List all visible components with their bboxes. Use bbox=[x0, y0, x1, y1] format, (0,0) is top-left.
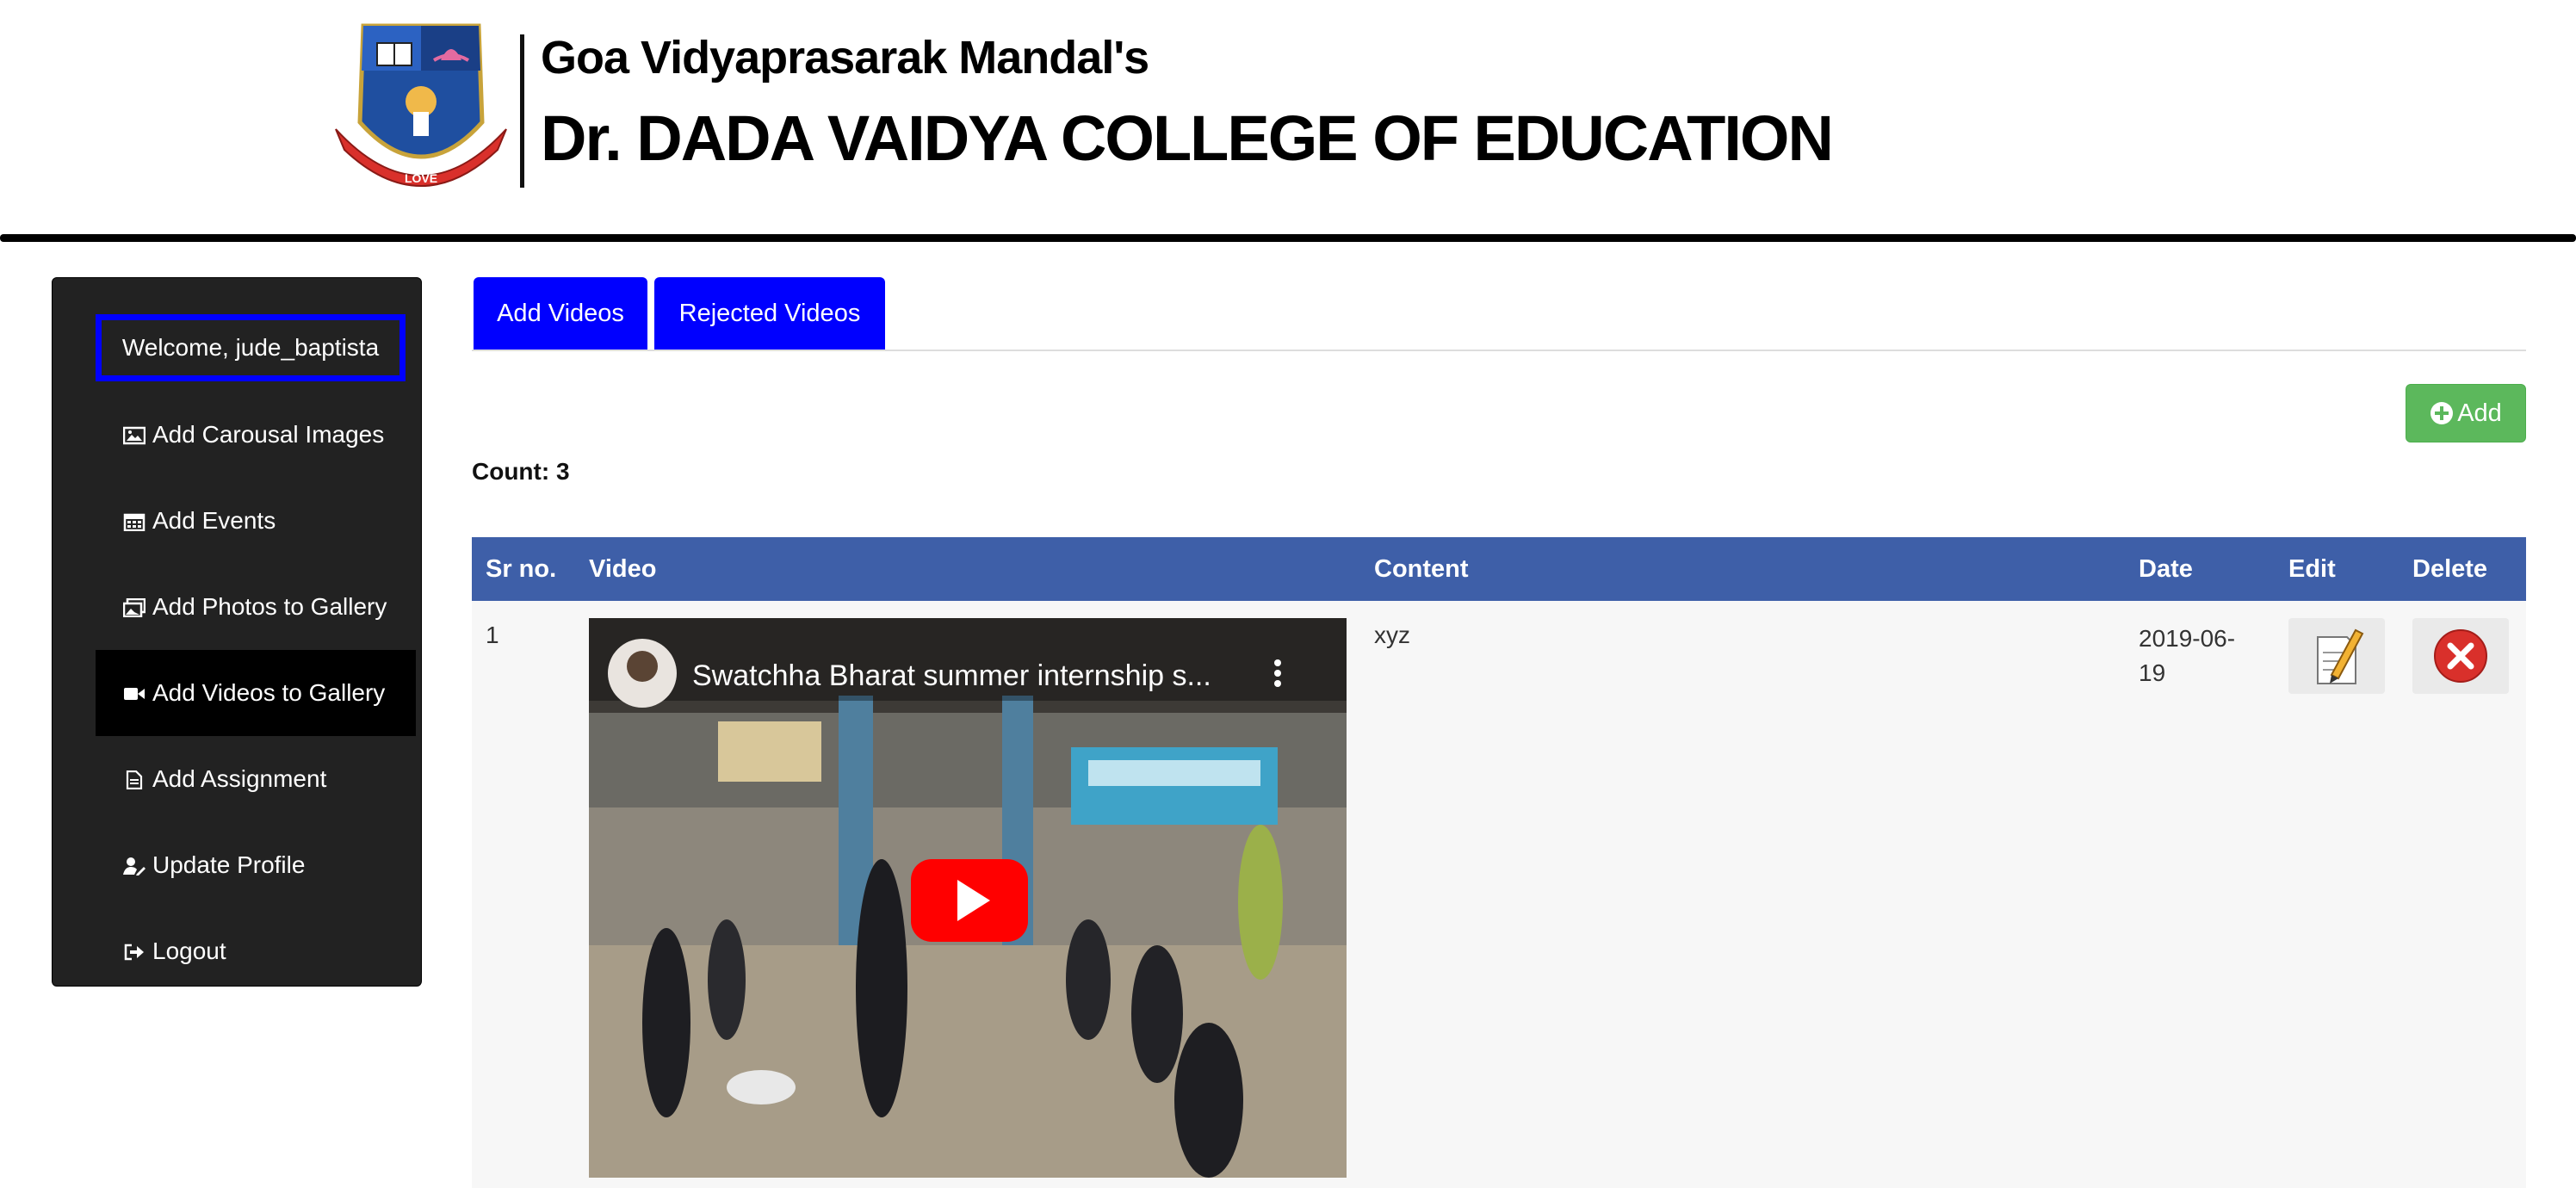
video-thumbnail: Swatchha Bharat summer internship s... bbox=[589, 618, 1347, 1178]
content-cell: xyz bbox=[1374, 622, 1410, 648]
header-divider bbox=[520, 34, 524, 188]
sidebar-item-label: Add Assignment bbox=[152, 765, 327, 792]
edit-button[interactable] bbox=[2288, 618, 2385, 694]
date-cell: 2019-06- 19 bbox=[2139, 625, 2236, 686]
sidebar-item-label: Logout bbox=[152, 937, 226, 964]
column-header-sr-no: Sr no. bbox=[486, 555, 557, 583]
sidebar-item-add-photos-to-gallery[interactable]: Add Photos to Gallery bbox=[96, 564, 416, 650]
video-count: Count: 3 bbox=[472, 458, 570, 485]
sidebar-item-label: Add Photos to Gallery bbox=[152, 593, 387, 620]
sr-no-cell: 1 bbox=[486, 622, 499, 648]
site-header: LOVE Goa Vidyaprasarak Mandal's Dr. DADA… bbox=[0, 0, 2576, 234]
sidebar-item-label: Update Profile bbox=[152, 851, 306, 878]
delete-button[interactable] bbox=[2412, 618, 2509, 694]
column-header-content: Content bbox=[1374, 555, 1469, 583]
sidebar-item-add-assignment[interactable]: Add Assignment bbox=[96, 736, 416, 822]
sidebar-item-label: Add Carousal Images bbox=[152, 421, 385, 448]
sidebar-item-label: Add Videos to Gallery bbox=[152, 679, 386, 706]
college-crest-logo: LOVE bbox=[335, 23, 507, 187]
sidebar-item-add-carousal-images[interactable]: Add Carousal Images bbox=[96, 392, 416, 478]
image-icon bbox=[123, 426, 146, 445]
header-rule bbox=[0, 234, 2576, 242]
college-name: Dr. DADA VAIDYA COLLEGE OF EDUCATION bbox=[541, 102, 1834, 174]
file-icon bbox=[126, 770, 143, 789]
images-icon bbox=[123, 598, 146, 617]
column-header-delete: Delete bbox=[2412, 555, 2488, 583]
tab-add-videos[interactable]: Add Videos bbox=[474, 277, 647, 350]
pencil-edit-icon bbox=[2317, 628, 2364, 684]
tab-bar: Add Videos Rejected Videos bbox=[472, 277, 2526, 351]
video-camera-icon bbox=[124, 688, 145, 700]
tab-rejected-videos[interactable]: Rejected Videos bbox=[654, 277, 885, 350]
column-header-video: Video bbox=[589, 555, 657, 583]
sidebar-item-update-profile[interactable]: Update Profile bbox=[96, 822, 416, 908]
sidebar-item-label: Add Events bbox=[152, 507, 276, 534]
delete-x-icon bbox=[2434, 629, 2487, 683]
table-row: 1 Swatchha Bharat summer internship s...… bbox=[472, 601, 2526, 1188]
column-header-edit: Edit bbox=[2288, 555, 2336, 583]
add-button[interactable]: Add bbox=[2406, 384, 2526, 442]
table-header: Sr no. Video Content Date Edit Delete bbox=[472, 537, 2526, 601]
sign-out-icon bbox=[124, 944, 144, 961]
add-button-label: Add bbox=[2457, 399, 2502, 427]
sidebar-item-add-events[interactable]: Add Events bbox=[96, 478, 416, 564]
sidebar-item-add-videos-to-gallery[interactable]: Add Videos to Gallery bbox=[96, 650, 416, 736]
sidebar-item-logout[interactable]: Logout bbox=[96, 908, 416, 994]
welcome-banner: Welcome, jude_baptista bbox=[96, 314, 406, 381]
video-title: Swatchha Bharat summer internship s... bbox=[692, 659, 1211, 692]
svg-text:LOVE: LOVE bbox=[405, 171, 437, 185]
plus-circle-icon bbox=[2430, 402, 2454, 424]
calendar-icon bbox=[123, 513, 146, 531]
user-edit-icon bbox=[123, 857, 146, 876]
youtube-video-embed[interactable]: Swatchha Bharat summer internship s... bbox=[589, 618, 1347, 1178]
org-name: Goa Vidyaprasarak Mandal's bbox=[541, 32, 1149, 84]
column-header-date: Date bbox=[2139, 555, 2193, 583]
sidebar: Welcome, jude_baptista Add Carousal Imag… bbox=[52, 277, 422, 987]
